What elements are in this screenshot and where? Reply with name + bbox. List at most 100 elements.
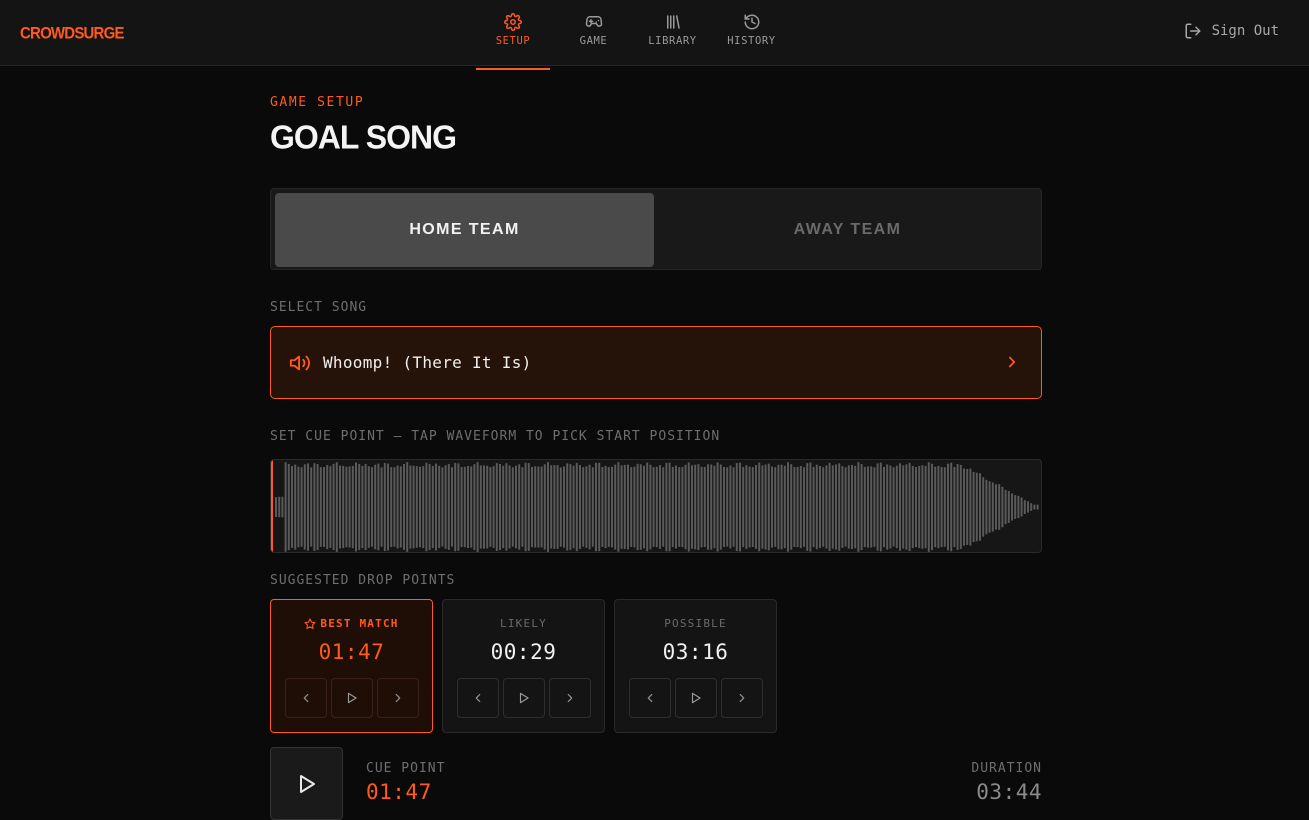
waveform-bar	[979, 473, 981, 541]
waveform-bar	[355, 462, 357, 552]
waveform-bar	[1023, 500, 1026, 514]
waveform-bar	[303, 464, 306, 550]
waveform-bar	[873, 467, 876, 547]
waveform-bar	[963, 468, 965, 546]
drop-card-best-match[interactable]: BEST MATCH 01:47	[270, 599, 433, 733]
waveform-bar	[575, 462, 578, 552]
waveform-bar	[361, 466, 364, 548]
waveform-bar	[755, 465, 757, 549]
play-icon	[691, 692, 701, 704]
waveform-bar	[799, 466, 802, 549]
star-icon	[304, 617, 316, 629]
waveform-bar	[476, 462, 479, 552]
waveform-bar	[659, 465, 661, 549]
cue-point-label: SET CUE POINT — TAP WAVEFORM TO PICK STA…	[270, 429, 721, 444]
home-team-button[interactable]: HOME TEAM	[275, 193, 654, 267]
top-bar: CROWDSURGE SETUP GAME LIBRARY HISTORY Si…	[0, 0, 1309, 70]
waveform-bar	[851, 464, 853, 549]
waveform-bar	[700, 466, 703, 548]
nav-tab-history[interactable]: HISTORY	[712, 0, 791, 66]
waveform-bar	[764, 464, 767, 550]
nudge-forward-button[interactable]	[549, 678, 591, 718]
nav-tab-library[interactable]: LIBRARY	[633, 0, 712, 66]
cue-point-value: 01:47	[366, 780, 432, 804]
app-logo[interactable]: CROWDSURGE	[20, 24, 124, 43]
waveform-bar	[297, 466, 300, 548]
waveform-bar	[364, 464, 367, 550]
waveform-bar	[1033, 504, 1036, 510]
preview-play-button[interactable]	[503, 678, 545, 718]
waveform-bar	[412, 465, 415, 549]
away-team-button[interactable]: AWAY TEAM	[658, 193, 1037, 267]
chevron-right-icon	[739, 693, 745, 703]
waveform-bar	[316, 464, 319, 551]
waveform-bar	[291, 466, 293, 548]
waveform-bar	[662, 467, 665, 547]
chevron-left-icon	[475, 693, 481, 703]
waveform-bar	[399, 466, 402, 548]
drop-card-possible[interactable]: POSSIBLE 03:16	[614, 599, 777, 733]
waveform-bar	[639, 464, 642, 550]
drop-kind-label: POSSIBLE	[664, 617, 727, 630]
waveform-bar	[959, 465, 962, 549]
nudge-back-button[interactable]	[285, 678, 327, 718]
main-play-button[interactable]	[270, 747, 343, 820]
waveform-bar	[630, 467, 633, 547]
drop-controls	[285, 678, 419, 718]
waveform-bar	[415, 466, 418, 548]
waveform-bar	[489, 467, 492, 547]
waveform-bar	[991, 482, 994, 532]
waveform-bar	[787, 462, 789, 552]
waveform-bar	[694, 464, 697, 550]
song-name: Whoomp! (There It Is)	[323, 353, 532, 372]
waveform-bar	[479, 465, 482, 549]
nudge-forward-button[interactable]	[377, 678, 419, 718]
waveform-bar	[921, 465, 924, 549]
waveform-bar	[857, 462, 860, 552]
waveform-bar	[310, 467, 313, 547]
library-icon	[666, 15, 680, 29]
waveform-bar	[348, 466, 351, 548]
waveform-bar	[431, 465, 434, 549]
waveform-bar	[521, 467, 524, 547]
nav-tab-game[interactable]: GAME	[554, 0, 633, 66]
waveform-bar	[671, 466, 674, 548]
waveform-bar	[649, 464, 652, 550]
waveform-bar	[499, 464, 501, 550]
nav-tab-setup[interactable]: SETUP	[476, 0, 550, 70]
waveform-bar	[988, 481, 991, 533]
waveform-bar	[860, 464, 863, 550]
waveform[interactable]	[270, 459, 1042, 553]
waveform-bar	[889, 465, 892, 549]
nav-tab-label: LIBRARY	[648, 35, 697, 47]
play-icon	[519, 692, 529, 704]
waveform-bar	[790, 464, 793, 550]
sign-out-button[interactable]: Sign Out	[1184, 22, 1279, 40]
waveform-bar	[822, 467, 825, 547]
drop-card-likely[interactable]: LIKELY 00:29	[442, 599, 605, 733]
waveform-bar	[601, 466, 604, 547]
preview-play-button[interactable]	[331, 678, 373, 718]
song-selector[interactable]: Whoomp! (There It Is)	[270, 326, 1042, 399]
waveform-bar	[307, 463, 309, 551]
waveform-bar	[812, 466, 815, 548]
waveform-bar	[876, 463, 879, 551]
waveform-bar	[697, 464, 700, 550]
waveform-bar	[691, 465, 693, 549]
waveform-bar	[969, 468, 972, 546]
logout-icon	[1185, 23, 1201, 39]
nudge-forward-button[interactable]	[721, 678, 763, 718]
waveform-bar	[735, 463, 738, 552]
chevron-left-icon	[303, 693, 309, 703]
cue-marker[interactable]	[271, 460, 273, 552]
nudge-back-button[interactable]	[629, 678, 671, 718]
waveform-bar	[652, 467, 655, 547]
waveform-bar	[598, 462, 601, 552]
waveform-bar	[796, 466, 799, 548]
waveform-bar	[524, 462, 527, 552]
nudge-back-button[interactable]	[457, 678, 499, 718]
waveform-bar	[332, 463, 335, 550]
waveform-bar	[953, 466, 956, 548]
waveform-bar	[745, 465, 748, 549]
preview-play-button[interactable]	[675, 678, 717, 718]
